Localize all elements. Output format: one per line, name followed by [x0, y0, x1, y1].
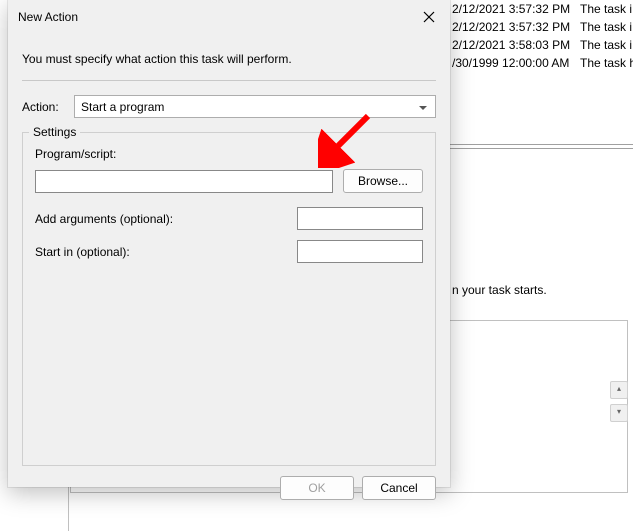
- ok-button[interactable]: OK: [280, 476, 354, 500]
- dialog-footer: OK Cancel: [8, 466, 450, 512]
- action-value: Start a program: [81, 100, 164, 114]
- cancel-button[interactable]: Cancel: [362, 476, 436, 500]
- table-row: 2/12/2021 3:57:32 PM The task i: [450, 0, 633, 18]
- divider: [22, 80, 436, 81]
- program-label: Program/script:: [35, 147, 423, 161]
- settings-fieldset: Settings Program/script: Browse... Add a…: [22, 132, 436, 466]
- arguments-label: Add arguments (optional):: [35, 212, 173, 226]
- table-row: 2/12/2021 3:58:03 PM The task i: [450, 36, 633, 54]
- new-action-dialog: New Action You must specify what action …: [8, 0, 450, 487]
- dialog-titlebar[interactable]: New Action: [8, 0, 450, 34]
- table-row: /30/1999 12:00:00 AM The task h: [450, 54, 633, 72]
- settings-legend: Settings: [29, 125, 80, 139]
- table-row: 2/12/2021 3:57:32 PM The task i: [450, 18, 633, 36]
- action-label: Action:: [22, 100, 66, 114]
- browse-button[interactable]: Browse...: [343, 169, 423, 193]
- action-dropdown[interactable]: Start a program: [74, 95, 436, 118]
- scroll-up-button[interactable]: ▴: [610, 381, 628, 399]
- close-button[interactable]: [416, 6, 442, 28]
- program-input[interactable]: [35, 170, 333, 193]
- resize-handle[interactable]: [450, 144, 633, 152]
- instruction-text: You must specify what action this task w…: [22, 52, 436, 66]
- hint-text-fragment: n your task starts.: [452, 283, 547, 297]
- arguments-input[interactable]: [297, 207, 423, 230]
- task-history-table: 2/12/2021 3:57:32 PM The task i 2/12/202…: [450, 0, 633, 72]
- startin-input[interactable]: [297, 240, 423, 263]
- dialog-title: New Action: [18, 10, 78, 24]
- startin-label: Start in (optional):: [35, 245, 130, 259]
- scroll-down-button[interactable]: ▾: [610, 404, 628, 422]
- close-icon: [423, 11, 435, 23]
